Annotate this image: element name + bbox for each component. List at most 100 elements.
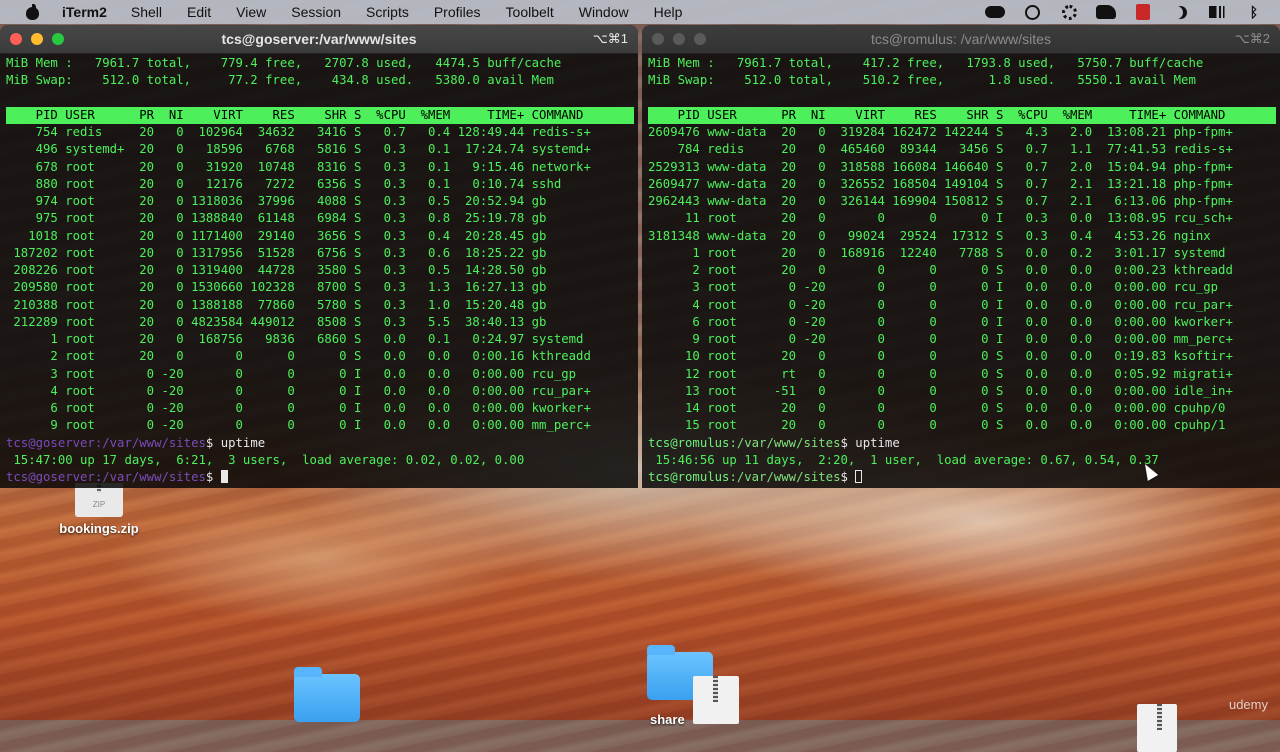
process-row: 1 root 20 0 168756 9836 6860 S 0.0 0.1 0…	[6, 332, 584, 346]
menu-edit[interactable]: Edit	[187, 4, 211, 20]
process-row: 2 root 20 0 0 0 0 S 0.0 0.0 0:00.23 kthr…	[648, 263, 1233, 277]
desktop-zip-file[interactable]: ZIP bookings.zip	[50, 477, 148, 536]
menu-window[interactable]: Window	[579, 4, 629, 20]
process-row: 3181348 www-data 20 0 99024 29524 17312 …	[648, 228, 1211, 243]
process-row: 4 root 0 -20 0 0 0 I 0.0 0.0 0:00.00 rcu…	[648, 297, 1233, 312]
process-row: 6 root 0 -20 0 0 0 I 0.0 0.0 0:00.00 kwo…	[648, 314, 1233, 329]
prompt-path: :/var/www/sites	[729, 470, 841, 484]
top-header-row: PID USER PR NI VIRT RES SHR S %CPU %MEM …	[648, 106, 1276, 124]
desktop-folder-icon[interactable]	[294, 667, 360, 722]
prompt-command: $ uptime	[840, 435, 900, 450]
process-row: 212289 root 20 0 4823584 449012 8508 S 0…	[6, 314, 547, 329]
uptime-output: 15:47:00 up 17 days, 6:21, 3 users, load…	[6, 452, 525, 467]
process-row: 1018 root 20 0 1171400 29140 3656 S 0.3 …	[6, 228, 547, 243]
window-titlebar[interactable]: tcs@romulus: /var/www/sites ⌥⌘2	[642, 25, 1280, 54]
prompt-user: tcs@romulus	[648, 470, 730, 484]
top-header-row: PID USER PR NI VIRT RES SHR S %CPU %MEM …	[6, 106, 634, 124]
process-row: 9 root 0 -20 0 0 0 I 0.0 0.0 0:00.00 mm_…	[648, 332, 1233, 346]
menu-profiles[interactable]: Profiles	[434, 4, 481, 20]
menu-scripts[interactable]: Scripts	[366, 4, 409, 20]
top-mem-line: MiB Mem : 7961.7 total, 417.2 free, 1793…	[648, 56, 1204, 70]
terminal-window-goserver[interactable]: tcs@goserver:/var/www/sites ⌥⌘1 MiB Mem …	[0, 25, 638, 488]
process-row: 6 root 0 -20 0 0 0 I 0.0 0.0 0:00.00 kwo…	[6, 401, 591, 415]
text-cursor	[855, 470, 863, 483]
creative-cloud-icon[interactable]	[984, 4, 1006, 20]
window-title: tcs@romulus: /var/www/sites	[871, 31, 1051, 47]
process-row: 11 root 20 0 0 0 0 I 0.3 0.0 13:08.95 rc…	[648, 211, 1233, 226]
process-row: 13 root -51 0 0 0 0 S 0.0 0.0 0:00.00 id…	[648, 383, 1233, 398]
moon-icon[interactable]	[1169, 4, 1191, 20]
zip-file-icon: ZIP	[75, 477, 123, 517]
prompt-path: :/var/www/sites	[94, 470, 206, 484]
top-swap-line: MiB Swap: 512.0 total, 510.2 free, 1.8 u…	[648, 73, 1196, 88]
process-row: 2 root 20 0 0 0 0 S 0.0 0.0 0:00.16 kthr…	[6, 349, 591, 364]
process-row: 1 root 20 0 168916 12240 7788 S 0.0 0.2 …	[648, 245, 1226, 260]
one-password-icon[interactable]	[1021, 4, 1043, 20]
status-area: ᛒ	[984, 0, 1280, 24]
process-row: 12 root rt 0 0 0 0 S 0.0 0.0 0:05.92 mig…	[648, 366, 1233, 381]
prompt-user: tcs@goserver	[6, 470, 95, 484]
prompt-command: $ uptime	[205, 435, 266, 450]
text-cursor	[220, 470, 228, 483]
active-prompt-line[interactable]: tcs@goserver:/var/www/sites$	[6, 469, 634, 486]
process-row: 3 root 0 -20 0 0 0 I 0.0 0.0 0:00.00 rcu…	[6, 366, 577, 381]
prompt-user: tcs@goserver	[6, 435, 95, 450]
process-row: 2609476 www-data 20 0 319284 162472 1422…	[648, 125, 1233, 139]
menu-view[interactable]: View	[236, 4, 266, 20]
apple-menu-icon[interactable]	[24, 4, 44, 20]
process-row: 496 systemd+ 20 0 18596 6768 5816 S 0.3 …	[6, 142, 591, 157]
process-row: 2529313 www-data 20 0 318588 166084 1466…	[648, 159, 1233, 174]
process-row: 3 root 0 -20 0 0 0 I 0.0 0.0 0:00.00 rcu…	[648, 280, 1219, 295]
process-row: 678 root 20 0 31920 10748 8316 S 0.3 0.1…	[6, 159, 591, 174]
prompt-path: :/var/www/sites	[729, 435, 841, 450]
dog-app-icon[interactable]	[1095, 4, 1117, 20]
process-row: 974 root 20 0 1318036 37996 4088 S 0.3 0…	[6, 194, 547, 208]
prompt-command: $	[205, 470, 221, 484]
process-row: 4 root 0 -20 0 0 0 I 0.0 0.0 0:00.00 rcu…	[6, 383, 591, 398]
window-shortcut: ⌥⌘2	[1234, 31, 1270, 46]
window-title: tcs@goserver:/var/www/sites	[221, 31, 417, 47]
menu-app-name[interactable]: iTerm2	[62, 4, 107, 20]
terminal-output[interactable]: MiB Mem : 7961.7 total, 417.2 free, 1793…	[648, 55, 1276, 486]
menu-session[interactable]: Session	[291, 4, 341, 20]
uptime-output: 15:46:56 up 11 days, 2:20, 1 user, load …	[648, 452, 1159, 467]
prompt-command: $	[840, 470, 856, 484]
process-row: 15 root 20 0 0 0 0 S 0.0 0.0 0:00.00 cpu…	[648, 418, 1226, 433]
process-row: 10 root 20 0 0 0 0 S 0.0 0.0 0:19.83 kso…	[648, 349, 1233, 364]
process-row: 208226 root 20 0 1319400 44728 3580 S 0.…	[6, 263, 547, 277]
process-row: 975 root 20 0 1388840 61148 6984 S 0.3 0…	[6, 211, 547, 226]
process-row: 754 redis 20 0 102964 34632 3416 S 0.7 0…	[6, 125, 591, 139]
process-row: 209580 root 20 0 1530660 102328 8700 S 0…	[6, 280, 547, 295]
top-swap-line: MiB Swap: 512.0 total, 77.2 free, 434.8 …	[6, 73, 554, 88]
active-prompt-line[interactable]: tcs@romulus:/var/www/sites$	[648, 469, 1276, 486]
terminal-output[interactable]: MiB Mem : 7961.7 total, 779.4 free, 2707…	[6, 55, 634, 486]
process-row: 2962443 www-data 20 0 326144 169904 1508…	[648, 194, 1233, 208]
red-app-icon[interactable]	[1132, 4, 1154, 20]
terminal-window-romulus[interactable]: tcs@romulus: /var/www/sites ⌥⌘2 MiB Mem …	[642, 25, 1280, 488]
bluetooth-icon[interactable]: ᛒ	[1243, 4, 1265, 20]
prompt-path: :/var/www/sites	[94, 435, 206, 450]
process-row: 14 root 20 0 0 0 0 S 0.0 0.0 0:00.00 cpu…	[648, 401, 1226, 415]
process-row: 9 root 0 -20 0 0 0 I 0.0 0.0 0:00.00 mm_…	[6, 418, 591, 433]
volume-icon[interactable]	[1206, 4, 1228, 20]
top-mem-line: MiB Mem : 7961.7 total, 779.4 free, 2707…	[6, 56, 562, 70]
gear-status-icon[interactable]	[1058, 4, 1080, 20]
window-shortcut: ⌥⌘1	[592, 31, 628, 46]
prompt-line: tcs@romulus:/var/www/sites$ uptime	[648, 435, 1276, 452]
menu-bar: iTerm2 Shell Edit View Session Scripts P…	[0, 0, 1280, 24]
prompt-line: tcs@goserver:/var/www/sites$ uptime	[6, 435, 634, 452]
window-titlebar[interactable]: tcs@goserver:/var/www/sites ⌥⌘1	[0, 25, 638, 54]
udemy-watermark: udemy	[1228, 697, 1268, 712]
process-row: 210388 root 20 0 1388188 77860 5780 S 0.…	[6, 297, 547, 312]
menu-shell[interactable]: Shell	[131, 4, 162, 20]
menu-help[interactable]: Help	[654, 4, 683, 20]
process-row: 784 redis 20 0 465460 89344 3456 S 0.7 1…	[648, 142, 1233, 157]
prompt-user: tcs@romulus	[648, 435, 730, 450]
process-row: 880 root 20 0 12176 7272 6356 S 0.3 0.1 …	[6, 176, 562, 191]
menu-toolbelt[interactable]: Toolbelt	[506, 4, 554, 20]
desktop-zip-doc-icon[interactable]	[693, 676, 739, 724]
zip-file-label: bookings.zip	[59, 521, 139, 536]
desktop-zip-doc-icon-2[interactable]	[1137, 704, 1177, 752]
